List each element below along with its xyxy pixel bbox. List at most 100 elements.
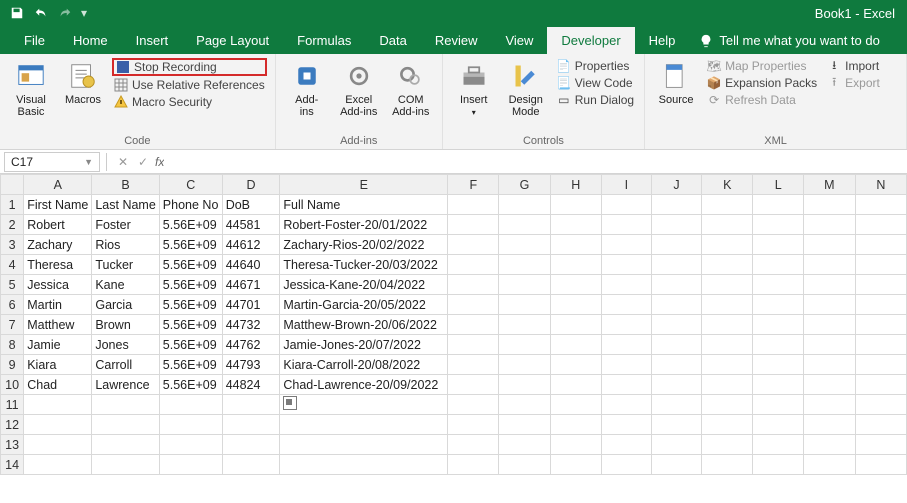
- cell-A2[interactable]: Robert: [24, 215, 92, 235]
- cell-A11[interactable]: [24, 395, 92, 415]
- cell-D14[interactable]: [222, 455, 280, 475]
- cell-H3[interactable]: [550, 235, 601, 255]
- cell-G13[interactable]: [499, 435, 550, 455]
- cell-F2[interactable]: [448, 215, 499, 235]
- tab-file[interactable]: File: [10, 27, 59, 54]
- accept-formula-button[interactable]: ✓: [133, 155, 153, 169]
- cell-E4[interactable]: Theresa-Tucker-20/03/2022: [280, 255, 448, 275]
- cell-D8[interactable]: 44762: [222, 335, 280, 355]
- cell-G2[interactable]: [499, 215, 550, 235]
- cell-E1[interactable]: Full Name: [280, 195, 448, 215]
- cell-I5[interactable]: [601, 275, 651, 295]
- refresh-data-button[interactable]: ⟳Refresh Data: [705, 92, 819, 108]
- cell-A4[interactable]: Theresa: [24, 255, 92, 275]
- cell-B2[interactable]: Foster: [92, 215, 159, 235]
- cell-G1[interactable]: [499, 195, 550, 215]
- cell-C12[interactable]: [159, 415, 222, 435]
- cell-C10[interactable]: 5.56E+09: [159, 375, 222, 395]
- cell-L12[interactable]: [753, 415, 804, 435]
- cell-H14[interactable]: [550, 455, 601, 475]
- cell-F3[interactable]: [448, 235, 499, 255]
- cell-N2[interactable]: [855, 215, 906, 235]
- cell-K11[interactable]: [702, 395, 753, 415]
- cell-L5[interactable]: [753, 275, 804, 295]
- cell-G14[interactable]: [499, 455, 550, 475]
- cell-J14[interactable]: [651, 455, 702, 475]
- cell-J13[interactable]: [651, 435, 702, 455]
- column-header-K[interactable]: K: [702, 175, 753, 195]
- cell-B13[interactable]: [92, 435, 159, 455]
- cell-M10[interactable]: [804, 375, 856, 395]
- cell-G9[interactable]: [499, 355, 550, 375]
- cell-N5[interactable]: [855, 275, 906, 295]
- cell-M12[interactable]: [804, 415, 856, 435]
- cell-I3[interactable]: [601, 235, 651, 255]
- cell-A12[interactable]: [24, 415, 92, 435]
- row-header-5[interactable]: 5: [1, 275, 24, 295]
- cell-K6[interactable]: [702, 295, 753, 315]
- column-header-H[interactable]: H: [550, 175, 601, 195]
- column-header-A[interactable]: A: [24, 175, 92, 195]
- row-header-12[interactable]: 12: [1, 415, 24, 435]
- cell-C7[interactable]: 5.56E+09: [159, 315, 222, 335]
- cell-I8[interactable]: [601, 335, 651, 355]
- cell-L11[interactable]: [753, 395, 804, 415]
- insert-controls-button[interactable]: Insert▾: [451, 58, 497, 117]
- cell-I6[interactable]: [601, 295, 651, 315]
- cell-H7[interactable]: [550, 315, 601, 335]
- column-header-E[interactable]: E: [280, 175, 448, 195]
- cell-C9[interactable]: 5.56E+09: [159, 355, 222, 375]
- cell-L1[interactable]: [753, 195, 804, 215]
- properties-button[interactable]: 📄Properties: [555, 58, 636, 74]
- qat-dropdown[interactable]: ▾: [78, 2, 90, 24]
- spreadsheet-grid[interactable]: ABCDEFGHIJKLMN1First NameLast NamePhone …: [0, 174, 907, 475]
- cell-E10[interactable]: Chad-Lawrence-20/09/2022: [280, 375, 448, 395]
- visual-basic-button[interactable]: Visual Basic: [8, 58, 54, 118]
- row-header-3[interactable]: 3: [1, 235, 24, 255]
- row-header-10[interactable]: 10: [1, 375, 24, 395]
- macros-button[interactable]: Macros: [60, 58, 106, 106]
- column-header-N[interactable]: N: [855, 175, 906, 195]
- cell-J9[interactable]: [651, 355, 702, 375]
- undo-button[interactable]: [30, 2, 52, 24]
- cell-B6[interactable]: Garcia: [92, 295, 159, 315]
- cell-B11[interactable]: [92, 395, 159, 415]
- cell-G8[interactable]: [499, 335, 550, 355]
- excel-addins-button[interactable]: Excel Add-ins: [336, 58, 382, 118]
- cell-J8[interactable]: [651, 335, 702, 355]
- cell-M2[interactable]: [804, 215, 856, 235]
- cell-A5[interactable]: Jessica: [24, 275, 92, 295]
- cell-F12[interactable]: [448, 415, 499, 435]
- cell-J4[interactable]: [651, 255, 702, 275]
- cell-D5[interactable]: 44671: [222, 275, 280, 295]
- cell-D2[interactable]: 44581: [222, 215, 280, 235]
- cell-B1[interactable]: Last Name: [92, 195, 159, 215]
- cell-J12[interactable]: [651, 415, 702, 435]
- cell-F11[interactable]: [448, 395, 499, 415]
- column-header-M[interactable]: M: [804, 175, 856, 195]
- cell-B9[interactable]: Carroll: [92, 355, 159, 375]
- cell-E8[interactable]: Jamie-Jones-20/07/2022: [280, 335, 448, 355]
- cell-F4[interactable]: [448, 255, 499, 275]
- redo-button[interactable]: [54, 2, 76, 24]
- cell-E2[interactable]: Robert-Foster-20/01/2022: [280, 215, 448, 235]
- cell-L8[interactable]: [753, 335, 804, 355]
- cell-N11[interactable]: [855, 395, 906, 415]
- cell-A9[interactable]: Kiara: [24, 355, 92, 375]
- cell-J5[interactable]: [651, 275, 702, 295]
- cell-I11[interactable]: [601, 395, 651, 415]
- cell-M3[interactable]: [804, 235, 856, 255]
- cell-L3[interactable]: [753, 235, 804, 255]
- cell-N6[interactable]: [855, 295, 906, 315]
- cell-C3[interactable]: 5.56E+09: [159, 235, 222, 255]
- cell-K7[interactable]: [702, 315, 753, 335]
- cell-M9[interactable]: [804, 355, 856, 375]
- cell-D11[interactable]: [222, 395, 280, 415]
- cell-F1[interactable]: [448, 195, 499, 215]
- cell-G12[interactable]: [499, 415, 550, 435]
- tab-view[interactable]: View: [491, 27, 547, 54]
- cell-M5[interactable]: [804, 275, 856, 295]
- cell-H12[interactable]: [550, 415, 601, 435]
- tab-data[interactable]: Data: [365, 27, 420, 54]
- cell-L9[interactable]: [753, 355, 804, 375]
